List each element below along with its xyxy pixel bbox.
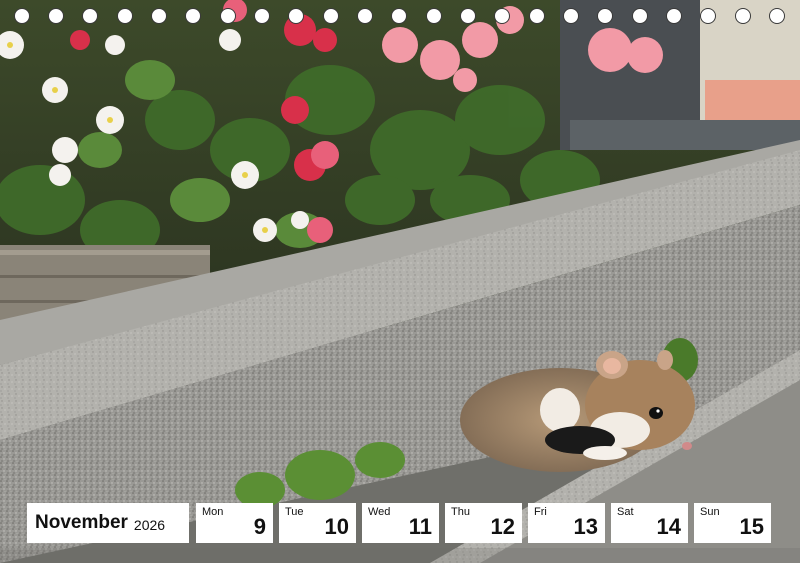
binding-hole xyxy=(185,8,201,24)
binding-hole xyxy=(769,8,785,24)
binding-hole xyxy=(632,8,648,24)
binding-hole xyxy=(460,8,476,24)
binding-hole xyxy=(529,8,545,24)
binding-hole xyxy=(117,8,133,24)
binding-hole xyxy=(357,8,373,24)
binding-hole xyxy=(700,8,716,24)
spiral-binding xyxy=(0,8,800,28)
binding-hole xyxy=(82,8,98,24)
binding-hole xyxy=(151,8,167,24)
binding-hole xyxy=(597,8,613,24)
hamster-photo xyxy=(0,0,800,563)
binding-hole xyxy=(426,8,442,24)
calendar-page: November 2026 Mon 9 Tue 10 Wed 11 Thu 12… xyxy=(0,0,800,563)
binding-hole xyxy=(288,8,304,24)
binding-hole xyxy=(494,8,510,24)
binding-hole xyxy=(14,8,30,24)
binding-hole xyxy=(666,8,682,24)
binding-hole xyxy=(563,8,579,24)
binding-hole xyxy=(323,8,339,24)
binding-hole xyxy=(254,8,270,24)
binding-hole xyxy=(220,8,236,24)
binding-hole xyxy=(735,8,751,24)
binding-hole xyxy=(48,8,64,24)
binding-hole xyxy=(391,8,407,24)
